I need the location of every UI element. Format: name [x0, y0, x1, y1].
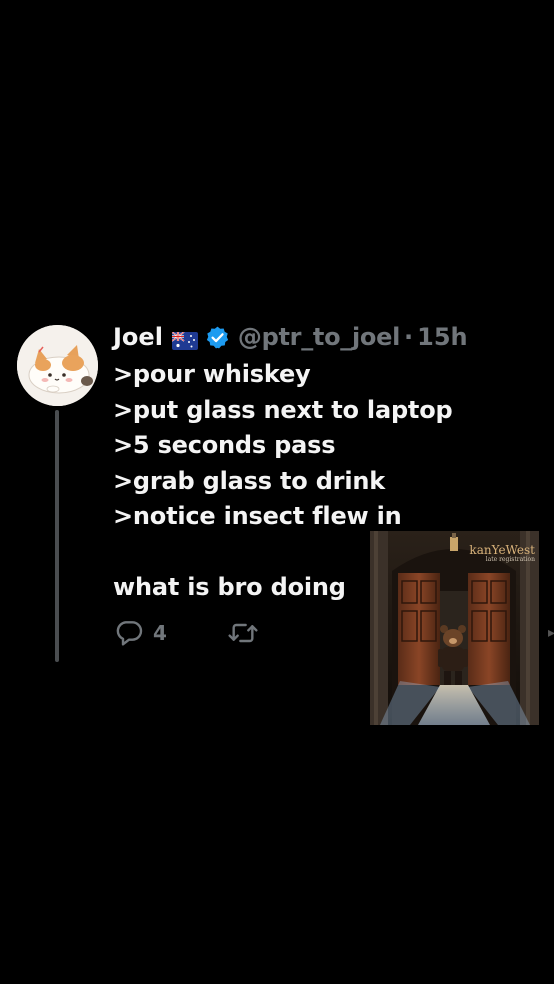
- cat-avatar-icon: [17, 325, 98, 406]
- display-name[interactable]: Joel: [113, 323, 163, 351]
- retweet-button[interactable]: [227, 617, 259, 649]
- tweet: Joel @ptr_to_joel · 15h >pour whiskey >p…: [0, 0, 554, 984]
- user-handle[interactable]: @ptr_to_joel: [238, 323, 400, 351]
- retweet-icon: [228, 623, 258, 643]
- album-artist: kanYeWest: [469, 543, 535, 557]
- tweet-actions: 4: [113, 617, 259, 649]
- album-subtitle: late registration: [485, 555, 535, 563]
- australia-flag-icon: [171, 328, 198, 350]
- reply-icon: [116, 621, 143, 646]
- tweet-line: >5 seconds pass: [113, 431, 336, 459]
- reply-button[interactable]: 4: [113, 617, 167, 649]
- separator-dot: ·: [404, 323, 414, 351]
- thread-line: [55, 410, 59, 662]
- album-cover-image: kanYeWest late registration: [370, 531, 539, 725]
- tweet-line: >pour whiskey: [113, 360, 311, 388]
- avatar[interactable]: [17, 325, 98, 406]
- tweet-line: >grab glass to drink: [113, 466, 385, 495]
- tweet-header: Joel @ptr_to_joel · 15h: [113, 320, 468, 354]
- verified-badge-icon: [205, 325, 230, 350]
- tweet-line: >notice insect flew in: [113, 502, 402, 530]
- timestamp[interactable]: 15h: [417, 323, 467, 351]
- reply-count: 4: [153, 621, 167, 645]
- edge-arrow-icon: ▸: [548, 625, 554, 641]
- album-title: kanYeWest late registration: [469, 544, 535, 563]
- tweet-line: >put glass next to laptop: [113, 395, 453, 424]
